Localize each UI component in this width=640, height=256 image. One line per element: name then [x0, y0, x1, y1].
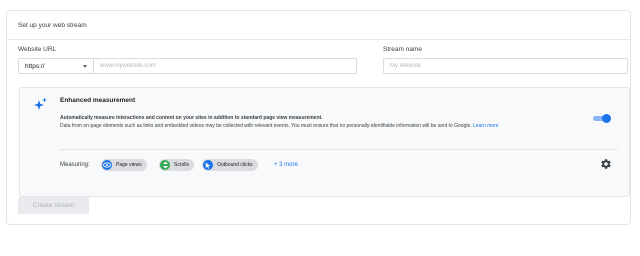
enhanced-measurement-title: Enhanced measurement [60, 97, 136, 104]
cursor-click-icon [203, 160, 213, 170]
chip-scrolls: Scrolls [159, 159, 195, 171]
website-url-label: Website URL [18, 46, 57, 53]
chip-outbound-clicks: Outbound clicks [202, 159, 258, 171]
description-lead: Automatically measure interactions and c… [60, 115, 323, 121]
chip-label: Page views [116, 162, 142, 168]
stream-name-input[interactable] [383, 58, 628, 74]
panel-divider [60, 149, 618, 150]
protocol-value: https:// [25, 62, 45, 70]
eye-icon [102, 160, 112, 170]
more-measurements-link[interactable]: + 3 more [274, 162, 298, 168]
chip-label: Scrolls [174, 162, 190, 168]
enhanced-measurement-panel: Enhanced measurement Automatically measu… [19, 87, 630, 197]
enhanced-measurement-toggle[interactable] [593, 114, 611, 123]
stream-name-label: Stream name [383, 46, 423, 53]
chip-page-views: Page views [101, 159, 147, 171]
chevron-down-icon [83, 64, 87, 68]
web-stream-card: Set up your web stream Website URL https… [6, 10, 631, 225]
chip-label: Outbound clicks [217, 162, 253, 168]
gear-icon[interactable] [600, 158, 612, 170]
card-title: Set up your web stream [7, 11, 630, 40]
learn-more-link[interactable]: Learn more [473, 123, 499, 129]
create-stream-button[interactable]: Create stream [18, 197, 89, 214]
protocol-select[interactable]: https:// [18, 58, 94, 74]
scroll-icon [160, 160, 170, 170]
website-url-input[interactable] [93, 58, 357, 74]
sparkle-icon [34, 97, 47, 110]
toggle-knob [602, 114, 611, 123]
enhanced-measurement-description: Automatically measure interactions and c… [60, 115, 595, 130]
measuring-label: Measuring: [60, 162, 90, 168]
description-body: Data from on-page elements such as links… [60, 122, 474, 129]
